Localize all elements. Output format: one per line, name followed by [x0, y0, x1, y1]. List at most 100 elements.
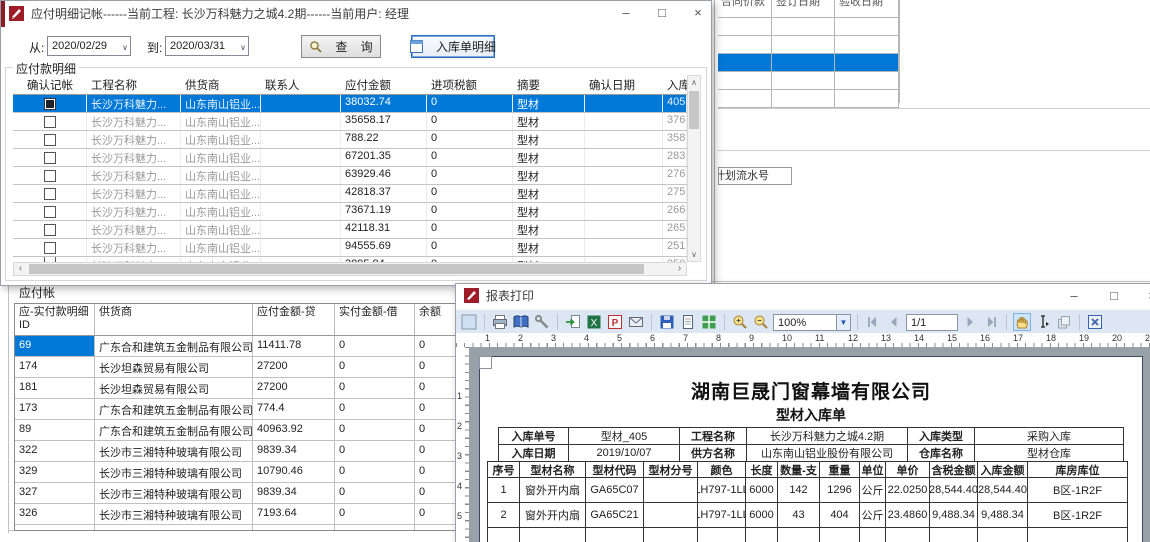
pdf-export-icon[interactable]: P: [606, 313, 624, 331]
settings-icon[interactable]: [533, 313, 551, 331]
info-label: 入库日期: [499, 445, 569, 462]
payables-row[interactable]: 326长沙市三湘特种玻璃有限公司7193.6400: [15, 504, 456, 525]
detail-empty-row: [488, 528, 1128, 542]
vertical-scrollbar[interactable]: ∧ ∨: [687, 75, 701, 262]
payable-row[interactable]: 长沙万科魅力...山东南山铝业...94555.690型材251: [13, 239, 687, 257]
balance-cell: 0: [415, 336, 456, 356]
first-page-icon[interactable]: [864, 313, 882, 331]
print-icon[interactable]: [491, 313, 509, 331]
payable-row[interactable]: 长沙万科魅力...山东南山铝业...42118.310型材265: [13, 221, 687, 239]
confirm-checkbox[interactable]: [44, 170, 56, 182]
close-button[interactable]: ×: [685, 1, 711, 27]
scrollbar-thumb[interactable]: [29, 264, 644, 274]
grid-cell: [835, 36, 899, 53]
payables-row[interactable]: 322长沙市三湘特种玻璃有限公司9839.3400: [15, 441, 456, 462]
chevron-down-icon[interactable]: ▼: [836, 315, 850, 330]
to-date-select[interactable]: 2020/03/31∨: [165, 36, 249, 56]
hand-tool-icon[interactable]: [1013, 313, 1031, 331]
zoom-in-icon[interactable]: [731, 313, 749, 331]
minimize-button[interactable]: –: [1061, 284, 1087, 310]
payables-row[interactable]: 174长沙坦森贸易有限公司2720000: [15, 357, 456, 378]
multi-page-icon[interactable]: [700, 313, 718, 331]
background-grid-row[interactable]: [718, 36, 899, 54]
close-preview-icon[interactable]: [1086, 313, 1104, 331]
page-setup-icon[interactable]: [460, 313, 478, 331]
maximize-button[interactable]: □: [1101, 284, 1127, 310]
last-page-icon[interactable]: [982, 313, 1000, 331]
payable-row[interactable]: 长沙万科魅力...山东南山铝业...73671.190型材266: [13, 203, 687, 221]
book-preview-icon[interactable]: [512, 313, 530, 331]
confirm-checkbox[interactable]: [44, 98, 56, 110]
copy-page-icon[interactable]: [1055, 313, 1073, 331]
contact-cell: [261, 203, 341, 220]
payables-row[interactable]: 181长沙坦森贸易有限公司2720000: [15, 378, 456, 399]
confirm-checkbox[interactable]: [44, 206, 56, 218]
payables-row[interactable]: 89广东合和建筑五金制品有限公司40963.9200: [15, 420, 456, 441]
scroll-down-arrow[interactable]: ∨: [688, 248, 700, 261]
desktop: { "glyphs": {"minimize":"–","maximize":"…: [0, 0, 1150, 542]
payable-row[interactable]: 长沙万科魅力...山东南山铝业...67201.350型材283: [13, 149, 687, 167]
next-page-icon[interactable]: [961, 313, 979, 331]
export-icon[interactable]: [564, 313, 582, 331]
contact-cell: [261, 167, 341, 184]
close-button[interactable]: ×: [1139, 284, 1150, 310]
confirm-checkbox[interactable]: [44, 134, 56, 146]
background-grid-row[interactable]: [718, 90, 899, 108]
payable-row[interactable]: 长沙万科魅力...山东南山铝业...788.220型材358: [13, 131, 687, 149]
excel-export-icon[interactable]: X: [585, 313, 603, 331]
title-bar[interactable]: 报表打印 – □ ×: [456, 284, 1150, 309]
confirm-checkbox[interactable]: [44, 152, 56, 164]
amount-cell: 42118.31: [341, 221, 427, 238]
plan-serial-field[interactable]: 计划流水号: [718, 167, 792, 185]
background-grid-row[interactable]: [718, 72, 899, 90]
column-header: 含税金额: [930, 462, 978, 478]
paid-amount-cell: [335, 525, 415, 530]
payable-row[interactable]: 长沙万科魅力...山东南山铝业...35658.170型材376: [13, 113, 687, 131]
payable-row[interactable]: 长沙万科魅力...山东南山铝业...42818.370型材275: [13, 185, 687, 203]
payable-row[interactable]: 长沙万科魅力...山东南山铝业...63929.460型材276: [13, 167, 687, 185]
toolbar-separator: [724, 314, 725, 330]
page-number-input[interactable]: 1/1: [906, 314, 958, 331]
checkbox-cell: [13, 149, 87, 166]
horizontal-scrollbar[interactable]: ‹ ›: [13, 262, 687, 276]
column-header: 序号: [488, 462, 520, 478]
detail-cell: LH797-1LL: [698, 478, 746, 503]
payables-row[interactable]: 173广东合和建筑五金制品有限公司774.400: [15, 399, 456, 420]
toolbar-separator: [484, 314, 485, 330]
background-grid-row[interactable]: [718, 54, 899, 72]
text-select-icon[interactable]: [1034, 313, 1052, 331]
id-cell: [15, 525, 95, 530]
title-bar[interactable]: 应付明细记帐------当前工程: 长沙万科魅力之城4.2期------当前用户…: [1, 1, 711, 27]
window-edge-accent: [1, 1, 5, 27]
scroll-left-arrow[interactable]: ‹: [14, 263, 27, 275]
zoom-level-select[interactable]: 100%▼: [773, 314, 851, 331]
payable-amount-cell: [253, 525, 335, 530]
scrollbar-thumb[interactable]: [689, 91, 699, 129]
checkbox-cell: [13, 185, 87, 202]
save-icon[interactable]: [658, 313, 676, 331]
background-grid-row[interactable]: [718, 18, 899, 36]
print-preview-area[interactable]: 湖南巨晟门窗幕墙有限公司 型材入库单 入库单号型材_405工程名称长沙万科魅力之…: [469, 347, 1150, 542]
confirm-checkbox[interactable]: [44, 224, 56, 236]
inbound-detail-button[interactable]: 入库单明细: [411, 35, 495, 58]
table-header-row: 确认记帐工程名称供货商联系人应付金额进项税额摘要确认日期入库: [13, 75, 687, 95]
scroll-right-arrow[interactable]: ›: [673, 263, 686, 275]
confirm-checkbox[interactable]: [44, 116, 56, 128]
minimize-button[interactable]: –: [613, 1, 639, 27]
confirm-checkbox[interactable]: [44, 242, 56, 254]
previous-page-icon[interactable]: [885, 313, 903, 331]
payable-row[interactable]: 长沙万科魅力...山东南山铝业...38032.740型材405: [13, 95, 687, 113]
zoom-out-icon[interactable]: [752, 313, 770, 331]
payables-row[interactable]: 69广东合和建筑五金制品有限公司11411.7800: [15, 336, 456, 357]
single-page-icon[interactable]: [679, 313, 697, 331]
confirm-checkbox[interactable]: [44, 188, 56, 200]
from-date-select[interactable]: 2020/02/29∨: [47, 36, 131, 56]
payables-row[interactable]: 长沙市三湘特种玻璃有限公司: [15, 525, 456, 530]
query-button[interactable]: 查 询: [301, 35, 381, 58]
balance-cell: 0: [415, 399, 456, 419]
email-icon[interactable]: [627, 313, 645, 331]
payables-row[interactable]: 327长沙市三湘特种玻璃有限公司9839.3400: [15, 483, 456, 504]
scroll-up-arrow[interactable]: ∧: [688, 76, 700, 89]
maximize-button[interactable]: □: [649, 1, 675, 27]
payables-row[interactable]: 329长沙市三湘特种玻璃有限公司10790.4600: [15, 462, 456, 483]
